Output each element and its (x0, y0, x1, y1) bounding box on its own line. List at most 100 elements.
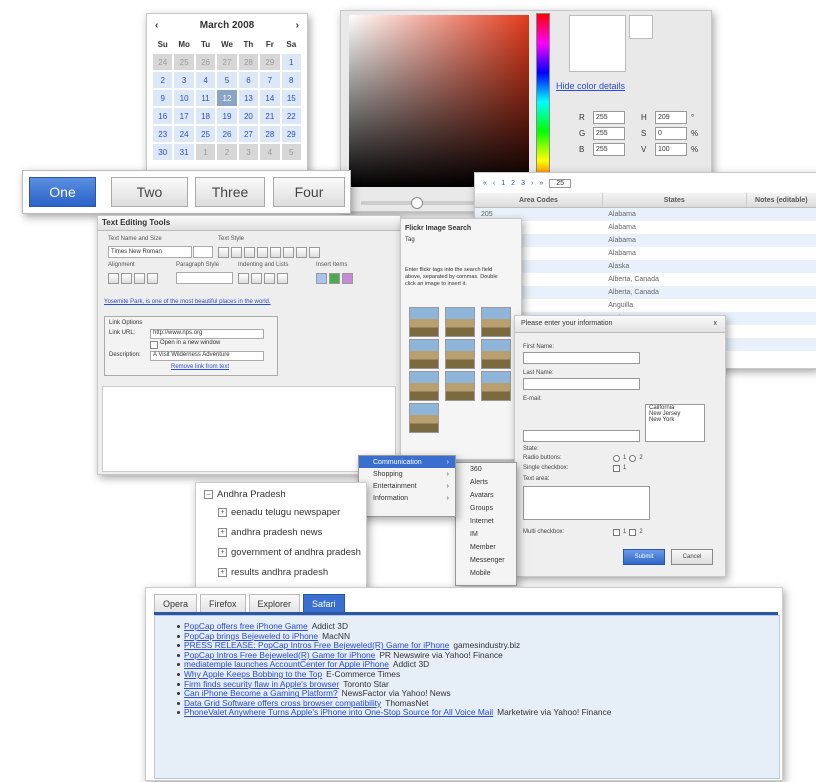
news-headline-link[interactable]: PhoneValet Anywhere Turns Apple's iPhone… (184, 707, 493, 718)
table-row[interactable]: 264Anguilla (475, 299, 816, 312)
superscript-icon[interactable] (283, 247, 294, 258)
image-thumbnail[interactable] (481, 339, 511, 369)
table-row[interactable]: 907Alaska (475, 260, 816, 273)
submenu-item[interactable]: Mobile (456, 567, 516, 580)
italic-icon[interactable] (231, 247, 242, 258)
day-cell[interactable]: 2 (153, 72, 173, 88)
collapse-icon[interactable]: – (204, 490, 213, 499)
day-cell[interactable]: 7 (260, 72, 280, 88)
day-cell[interactable]: 18 (195, 108, 216, 124)
news-headline-link[interactable]: Firm finds security flaw in Apple's brow… (184, 679, 339, 689)
font-select[interactable]: Times New Roman (108, 246, 192, 258)
notes-cell[interactable] (745, 208, 816, 221)
notes-cell[interactable] (745, 273, 816, 286)
notes-cell[interactable] (745, 247, 816, 260)
notes-column-header[interactable]: Notes (editable) (747, 193, 816, 207)
image-thumbnail[interactable] (445, 339, 475, 369)
day-cell[interactable]: 19 (217, 108, 237, 124)
day-cell[interactable]: 5 (281, 144, 301, 160)
first-page-icon[interactable]: « (483, 180, 487, 187)
align-left-icon[interactable] (108, 273, 119, 284)
tree-root[interactable]: – Andhra Pradesh (204, 489, 286, 500)
day-cell[interactable]: 1 (195, 144, 216, 160)
image-thumbnail[interactable] (445, 307, 475, 337)
image-thumbnail[interactable] (481, 307, 511, 337)
news-headline-link[interactable]: mediatemple launches AccountCenter for A… (184, 659, 389, 670)
day-cell[interactable]: 3 (174, 72, 194, 88)
underline-icon[interactable] (244, 247, 255, 258)
day-cell[interactable]: 29 (281, 126, 301, 142)
day-cell[interactable]: 24 (153, 54, 173, 70)
day-cell[interactable]: 15 (281, 90, 301, 106)
table-row[interactable]: 256Alabama (475, 234, 816, 247)
submenu-item[interactable]: Messenger (456, 554, 516, 567)
saturation-value-gradient[interactable] (349, 15, 529, 187)
day-cell[interactable]: 21 (260, 108, 280, 124)
day-cell[interactable]: 30 (153, 144, 173, 160)
value-input[interactable]: 100 (655, 143, 687, 156)
bold-icon[interactable] (218, 247, 229, 258)
table-icon[interactable] (342, 273, 353, 284)
notes-cell[interactable] (745, 299, 816, 312)
multi-checkbox-1[interactable] (613, 529, 620, 536)
notes-cell[interactable] (745, 325, 816, 338)
radio-option-2[interactable] (629, 455, 637, 462)
menu-item[interactable]: Communication › (359, 456, 455, 468)
justify-icon[interactable] (147, 273, 158, 284)
day-cell[interactable]: 4 (260, 144, 280, 160)
hue-input[interactable]: 209 (655, 111, 687, 124)
expand-icon[interactable]: + (218, 568, 227, 577)
slider-handle[interactable] (411, 197, 423, 209)
submenu-item[interactable]: Member (456, 541, 516, 554)
one-button[interactable]: One (29, 177, 96, 207)
font-color-icon[interactable] (296, 247, 307, 258)
two-button[interactable]: Two (111, 177, 188, 207)
submenu-item[interactable]: Groups (456, 502, 516, 515)
new-window-checkbox[interactable] (150, 341, 158, 349)
text-area[interactable] (523, 486, 650, 520)
day-cell[interactable]: 20 (238, 108, 259, 124)
indent-icon[interactable] (238, 273, 249, 284)
tab-opera[interactable]: Opera (154, 594, 198, 613)
strikethrough-icon[interactable] (257, 247, 268, 258)
page-3-link[interactable]: 3 (521, 180, 525, 187)
area-codes-column-header[interactable]: Area Codes (475, 193, 603, 207)
outdent-icon[interactable] (251, 273, 262, 284)
subscript-icon[interactable] (270, 247, 281, 258)
bullet-list-icon[interactable] (264, 273, 275, 284)
news-headline-link[interactable]: PopCap Intros Free Bejeweled(R) Game for… (184, 650, 375, 660)
image-thumbnail[interactable] (481, 371, 511, 401)
submenu-item[interactable]: Internet (456, 515, 516, 528)
day-cell[interactable]: 28 (238, 54, 259, 70)
news-headline-link[interactable]: PopCap brings Bejeweled to iPhone (184, 631, 318, 641)
tab-firefox[interactable]: Firefox (200, 594, 246, 613)
table-row[interactable]: 403Alberta, Canada (475, 273, 816, 286)
next-page-icon[interactable]: › (531, 180, 533, 187)
news-headline-link[interactable]: PopCap offers free iPhone Game (184, 621, 308, 631)
radio-option-1[interactable] (613, 455, 620, 462)
last-page-icon[interactable]: » (539, 180, 543, 187)
day-cell[interactable]: 24 (174, 126, 194, 142)
tree-item[interactable]: + results andhra pradesh (218, 567, 328, 578)
day-cell[interactable]: 3 (238, 144, 259, 160)
day-cell[interactable]: 26 (217, 126, 237, 142)
day-cell[interactable]: 28 (260, 126, 280, 142)
notes-cell[interactable] (745, 338, 816, 351)
hue-slider[interactable] (536, 13, 550, 191)
day-cell[interactable]: 22 (281, 108, 301, 124)
day-cell[interactable]: 11 (195, 90, 216, 106)
next-month-icon[interactable]: › (296, 20, 299, 31)
day-cell[interactable]: 6 (238, 72, 259, 88)
image-thumbnail[interactable] (409, 307, 439, 337)
green-input[interactable]: 255 (593, 127, 625, 140)
highlight-icon[interactable] (309, 247, 320, 258)
notes-cell[interactable] (745, 286, 816, 299)
page-2-link[interactable]: 2 (511, 180, 515, 187)
image-thumbnail[interactable] (409, 339, 439, 369)
align-right-icon[interactable] (134, 273, 145, 284)
image-icon[interactable] (329, 273, 340, 284)
state-option[interactable]: New York (646, 417, 704, 423)
day-cell[interactable]: 14 (260, 90, 280, 106)
prev-page-icon[interactable]: ‹ (493, 180, 495, 187)
tab-explorer[interactable]: Explorer (248, 594, 301, 613)
